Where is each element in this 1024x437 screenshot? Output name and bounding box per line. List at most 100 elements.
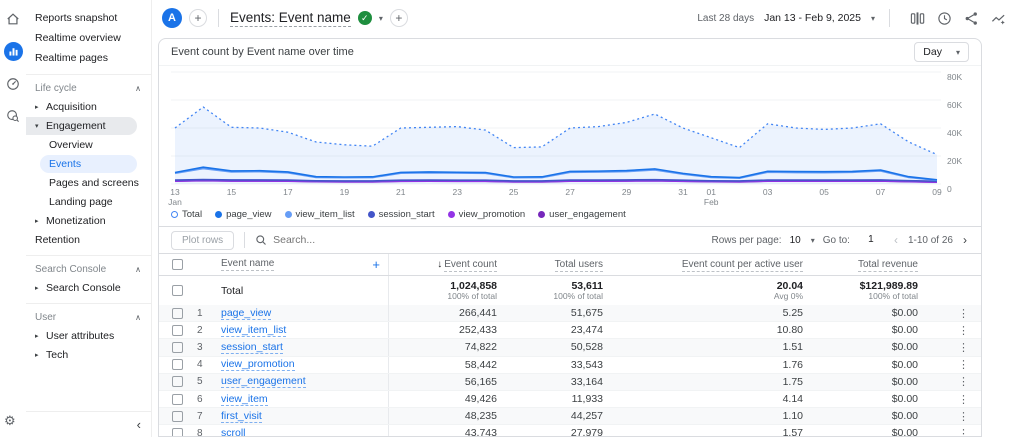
- row-checkbox[interactable]: [172, 325, 183, 336]
- expand-triangle-icon[interactable]: ▸: [35, 103, 42, 111]
- checkmark-badge-icon[interactable]: ✓: [358, 11, 372, 25]
- column-header-total-revenue[interactable]: Total revenue: [805, 259, 920, 270]
- add-comparison-button[interactable]: +: [189, 9, 207, 27]
- admin-gear-icon[interactable]: ⚙: [4, 413, 16, 429]
- row-checkbox[interactable]: [172, 394, 183, 405]
- sidebar-item-landing-page[interactable]: Landing page: [26, 193, 151, 211]
- column-header-event-count[interactable]: ↓Event count: [389, 259, 499, 270]
- rows-per-page-select[interactable]: 10 ▾: [790, 235, 815, 246]
- collapse-triangle-icon[interactable]: ▾: [35, 122, 42, 130]
- sidebar-item-engagement[interactable]: ▾Engagement: [26, 117, 137, 135]
- reports-icon[interactable]: [4, 42, 23, 61]
- explore-icon[interactable]: [4, 75, 22, 93]
- row-checkbox[interactable]: [172, 342, 183, 353]
- granularity-select[interactable]: Day ▾: [914, 42, 969, 62]
- legend-item-view_promotion[interactable]: view_promotion: [448, 209, 526, 220]
- sidebar-item-tech[interactable]: ▸Tech: [26, 346, 151, 364]
- select-all-checkbox[interactable]: [172, 259, 183, 270]
- x-axis-tick: 15: [227, 188, 236, 198]
- sidebar-collapse-icon[interactable]: ‹: [137, 418, 141, 431]
- date-caret-icon[interactable]: ▾: [871, 14, 875, 23]
- row-menu-icon[interactable]: ⋮: [920, 358, 981, 371]
- event-name-link[interactable]: view_item_list: [221, 324, 286, 337]
- event-name-cell: user_engagement: [221, 374, 389, 390]
- collapse-chevron-icon[interactable]: ∧: [135, 84, 141, 93]
- event-name-link[interactable]: view_item: [221, 393, 268, 406]
- row-checkbox[interactable]: [172, 308, 183, 319]
- legend-item-user_engagement[interactable]: user_engagement: [538, 209, 626, 220]
- event-name-link[interactable]: first_visit: [221, 410, 262, 423]
- collapse-chevron-icon[interactable]: ∧: [135, 265, 141, 274]
- timeseries-chart: 80K60K40K20K0: [171, 70, 969, 188]
- sidebar-item-acquisition[interactable]: ▸Acquisition: [26, 98, 151, 116]
- sidebar-item-pages-and-screens[interactable]: Pages and screens: [26, 174, 151, 192]
- column-header-total-users[interactable]: Total users: [499, 259, 605, 270]
- event-name-link[interactable]: user_engagement: [221, 375, 306, 388]
- cell-event-count: 58,442: [389, 359, 499, 371]
- sidebar-item-user-attributes[interactable]: ▸User attributes: [26, 327, 151, 345]
- row-menu-icon[interactable]: ⋮: [920, 341, 981, 354]
- sidebar-item-realtime-overview[interactable]: Realtime overview: [26, 28, 151, 48]
- sidebar-item-events[interactable]: Events: [40, 155, 137, 173]
- row-menu-icon[interactable]: ⋮: [920, 307, 981, 320]
- clock-icon[interactable]: [937, 11, 952, 26]
- row-menu-icon[interactable]: ⋮: [920, 393, 981, 406]
- advertising-icon[interactable]: [4, 107, 22, 125]
- row-menu-icon[interactable]: ⋮: [920, 324, 981, 337]
- report-title[interactable]: Events: Event name: [230, 10, 351, 27]
- row-checkbox[interactable]: [172, 359, 183, 370]
- event-name-link[interactable]: session_start: [221, 341, 283, 354]
- share-icon[interactable]: [964, 11, 979, 26]
- insights-icon[interactable]: [991, 11, 1006, 26]
- row-checkbox[interactable]: [172, 411, 183, 422]
- row-checkbox[interactable]: [172, 376, 183, 387]
- cell-total-revenue: $0.00: [805, 307, 920, 319]
- cell-per-active-user: 4.14: [605, 393, 805, 405]
- row-menu-icon[interactable]: ⋮: [920, 410, 981, 423]
- comparison-avatar[interactable]: A: [162, 8, 182, 28]
- plot-rows-button[interactable]: Plot rows: [171, 231, 234, 250]
- title-dropdown-caret-icon[interactable]: ▾: [379, 14, 383, 23]
- sidebar-item-realtime-pages[interactable]: Realtime pages: [26, 48, 151, 68]
- legend-label: view_promotion: [459, 209, 526, 220]
- next-page-icon[interactable]: ›: [961, 233, 969, 247]
- legend-item-session_start[interactable]: session_start: [368, 209, 435, 220]
- row-checkbox[interactable]: [172, 428, 183, 437]
- event-name-cell: view_item: [221, 391, 389, 407]
- legend-item-total[interactable]: Total: [171, 209, 202, 220]
- add-tab-button[interactable]: +: [390, 9, 408, 27]
- column-header-per-active-user[interactable]: Event count per active user: [605, 259, 805, 270]
- event-name-link[interactable]: scroll: [221, 427, 246, 437]
- comparison-icon[interactable]: [910, 11, 925, 26]
- event-name-link[interactable]: view_promotion: [221, 358, 295, 371]
- sidebar-item-retention[interactable]: Retention: [26, 231, 151, 249]
- sidebar-item-overview[interactable]: Overview: [26, 136, 151, 154]
- expand-triangle-icon[interactable]: ▸: [35, 351, 42, 359]
- event-name-link[interactable]: page_view: [221, 307, 271, 320]
- sidebar-item-monetization[interactable]: ▸Monetization: [26, 212, 151, 230]
- expand-triangle-icon[interactable]: ▸: [35, 332, 42, 340]
- goto-page-input[interactable]: [858, 234, 884, 246]
- table-search: [255, 234, 701, 246]
- prev-page-icon[interactable]: ‹: [892, 233, 900, 247]
- home-icon[interactable]: [4, 10, 22, 28]
- y-axis-tick: 80K: [947, 72, 977, 82]
- expand-triangle-icon[interactable]: ▸: [35, 217, 42, 225]
- y-axis-tick: 40K: [947, 128, 977, 138]
- legend-item-view_item_list[interactable]: view_item_list: [285, 209, 355, 220]
- column-header-event-name[interactable]: Event name: [221, 258, 274, 271]
- totals-checkbox[interactable]: [172, 285, 183, 296]
- legend-item-page_view[interactable]: page_view: [215, 209, 271, 220]
- add-dimension-icon[interactable]: +: [372, 257, 380, 272]
- collapse-chevron-icon[interactable]: ∧: [135, 313, 141, 322]
- row-menu-icon[interactable]: ⋮: [920, 427, 981, 437]
- x-axis-tick: 25: [509, 188, 518, 198]
- search-input[interactable]: [273, 234, 493, 246]
- sidebar-item-search-console[interactable]: ▸Search Console: [26, 279, 151, 297]
- date-range-picker[interactable]: Jan 13 - Feb 9, 2025: [764, 12, 861, 24]
- legend-label: user_engagement: [549, 209, 626, 220]
- sidebar-item-reports-snapshot[interactable]: Reports snapshot: [26, 8, 151, 28]
- row-menu-icon[interactable]: ⋮: [920, 375, 981, 388]
- expand-triangle-icon[interactable]: ▸: [35, 284, 42, 292]
- cell-total-users: 51,675: [499, 307, 605, 319]
